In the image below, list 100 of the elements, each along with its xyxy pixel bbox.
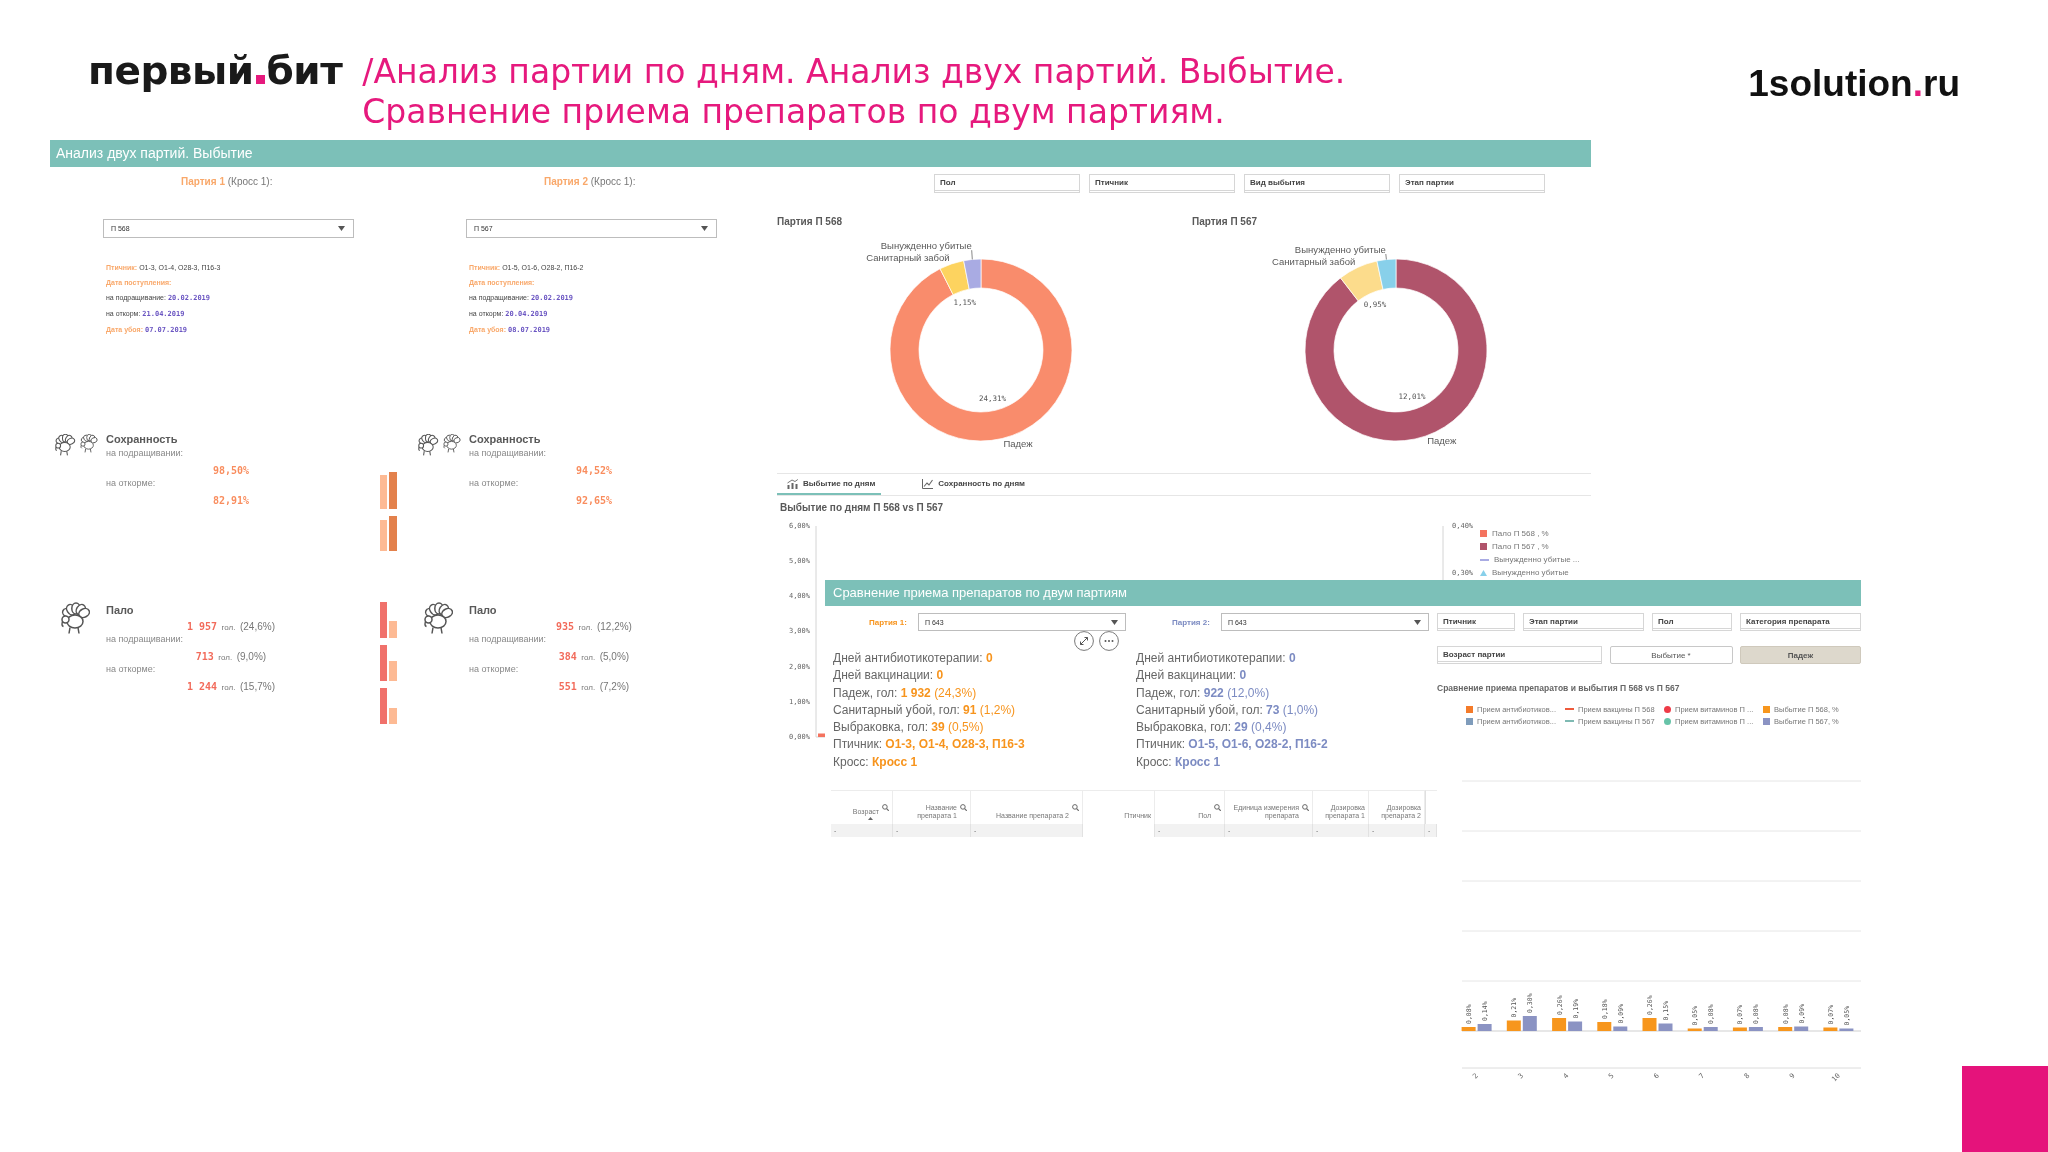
search-icon[interactable] [882,804,889,812]
kpi-value: 82,91% [212,495,250,506]
slice-label: Падеж [1003,437,1033,449]
filter-field[interactable]: Этап партии [1523,613,1644,631]
search-icon[interactable] [1302,804,1309,812]
stat-line: Падеж, гол: 922 (12,0%) [1136,684,1270,702]
stat-line: Падеж, гол: 1 932 (24,3%) [833,684,977,702]
stat-line: Санитарный убой, гол: 91 (1,2%) [833,701,1016,719]
kpi-value: 384 гол. (5,0%) [558,650,630,663]
kpi-value: 1 244 гол. (15,7%) [187,680,275,693]
filter-field[interactable]: Пол [1652,613,1732,631]
kpi-label: на откорме: [106,663,156,676]
filter-field[interactable]: Этап партии [1399,174,1545,193]
turkey-icon [415,434,439,456]
filter-field[interactable]: Возраст партии [1437,646,1602,664]
kpi-value: 98,50% [212,465,250,476]
sort-arrow-icon[interactable] [868,817,873,821]
kpi-title: Пало [106,603,134,617]
kpi-title: Сохранность [106,432,178,446]
filter-field[interactable]: Птичник [1437,613,1515,631]
search-icon[interactable] [1072,804,1079,812]
kpi-label: на подращивании: [106,633,184,646]
stat-line: Дней антибиотикотерапии: 0 [833,650,993,667]
slice-label: Вынужденно убитые [1294,243,1386,255]
chart-bar [1506,1020,1521,1031]
caret-icon [1414,619,1421,625]
bar-chart-icon [787,478,798,489]
kpi-label: на откорме: [469,663,519,676]
chart-title: Партия П 568 [777,215,843,229]
kpi-value: 94,52% [575,465,613,476]
kpi-label: на откорме: [106,477,156,490]
kpi-value: 92,65% [575,495,613,506]
leader-line [1385,253,1387,260]
kpi-label: на подращивании: [469,447,547,460]
chart-bar [1552,1018,1567,1031]
legend-label: Пало П 567 , % [1492,542,1549,551]
turkey-icon [421,601,453,636]
kpi-label: на подращивании: [106,447,184,460]
kpi-value: 551 гол. (7,2%) [558,680,630,693]
page-title: /Анализ партии по дням. Анализ двух партий. Выбытие. [362,52,1346,92]
section-header: Сравнение приема препаратов по двум партиям [825,580,1861,606]
caret-icon [701,226,708,231]
kpi-title: Пало [469,603,497,617]
slice-label: Вынужденно убитые [880,239,972,251]
turkey-icon [78,434,98,453]
site-address: 1solution.ru [1748,62,1960,106]
chart-title: Сравнение приема препаратов и выбытия П 568 vs П 567 [1437,682,1680,694]
leader-line [971,249,973,260]
stat-line: Выбраковка, гол: 39 (0,5%) [833,719,984,737]
chart-bar [1568,1021,1583,1031]
party-heading: Партия 2 (Кросс 1): [544,175,636,189]
chart-tab[interactable]: Сохранность по дням [912,474,1031,495]
search-icon[interactable] [960,804,967,812]
stat-line: Дней вакцинации: 0 [1136,667,1247,685]
stat-line: Санитарный убой, гол: 73 (1,0%) [1136,701,1319,719]
filter-field[interactable]: Птичник [1089,174,1235,193]
turkey-icon [441,434,461,453]
stat-line: Выбраковка, гол: 29 (0,4%) [1136,719,1287,737]
search-icon[interactable] [1214,804,1221,812]
page-title: Сравнение приема препаратов по двум партиям. [362,92,1225,132]
stat-line: Птичник: О1-3, О1-4, О28-3, П16-3 [833,736,1025,754]
section-header: Анализ двух партий. Выбытие [50,140,1591,167]
line-chart-icon [922,478,934,489]
party-label: Партия 2: [1172,617,1211,627]
turkey-icon [58,601,90,636]
stat-line: Кросс: Кросс 1 [833,753,918,771]
slice-label: Падеж [1427,435,1457,447]
measure-button[interactable]: Выбытие * [1609,646,1733,664]
filter-field[interactable]: Вид выбытия [1244,174,1390,193]
logo-text: бит [266,48,343,94]
filter-field[interactable]: Категория препарата [1740,613,1861,631]
party-heading: Партия 1 (Кросс 1): [181,175,273,189]
filter-field[interactable]: Пол [934,174,1080,193]
measure-button[interactable]: Падеж [1740,646,1861,664]
chart-title: Выбытие по дням П 568 vs П 567 [780,501,944,515]
kpi-title: Сохранность [469,432,541,446]
kpi-value: 1 957 гол. (24,6%) [187,620,275,633]
stat-line: Птичник: О1-5, О1-6, О28-2, П16-2 [1136,736,1328,754]
slice-label: Санитарный забой [866,251,950,263]
caret-icon [1111,619,1118,625]
slice-label: Санитарный забой [1272,255,1356,267]
kpi-label: на подращивании: [469,633,547,646]
kpi-label: на откорме: [469,477,519,490]
party-label: Партия 1: [869,617,908,627]
caret-icon [338,226,345,231]
square-mark-icon [255,75,265,84]
logo-text: первый [88,48,254,94]
turkey-icon [52,434,76,456]
chart-title: Партия П 567 [1192,215,1258,229]
kpi-value: 713 гол. (9,0%) [195,650,267,663]
legend-label: Пало П 568 , % [1492,529,1549,538]
more-icon[interactable] [1099,630,1119,651]
stat-line: Кросс: Кросс 1 [1136,753,1221,771]
kpi-value: 935 гол. (12,2%) [556,620,632,633]
expand-icon[interactable] [1074,630,1094,651]
legend-label: Вынужденно убитые [1492,568,1569,577]
chart-tab[interactable]: Выбытие по дням [777,474,882,495]
legend-label: Вынужденно убитые ... [1494,555,1580,564]
chart-bar [1522,1016,1537,1031]
stat-line: Дней вакцинации: 0 [833,667,944,685]
